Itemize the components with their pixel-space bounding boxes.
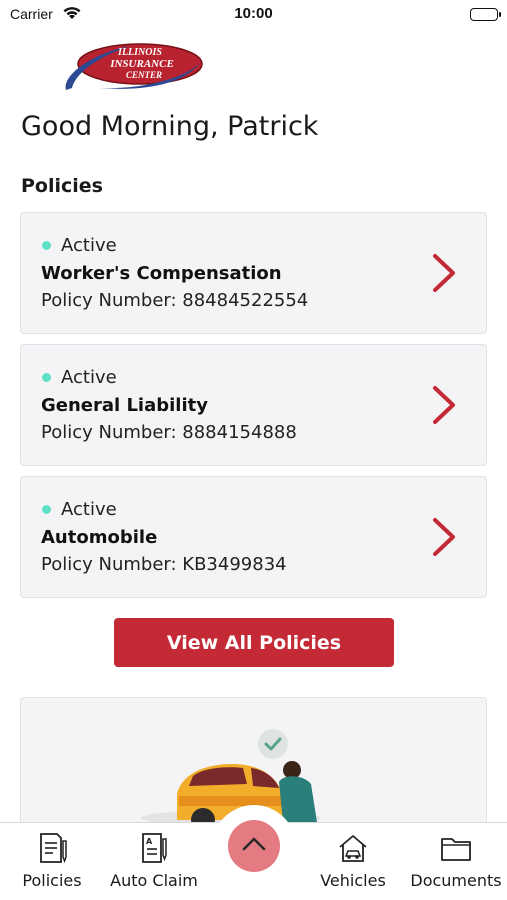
document-pen-icon	[35, 831, 69, 865]
svg-text:A: A	[146, 837, 153, 846]
status-bar: Carrier 10:00	[0, 0, 507, 30]
policy-status: Active	[61, 367, 117, 388]
policy-name: General Liability	[41, 395, 208, 416]
policy-number: Policy Number: 8884154888	[41, 422, 297, 443]
policy-number: Policy Number: 88484522554	[41, 290, 309, 311]
view-all-policies-button[interactable]: View All Policies	[114, 618, 394, 667]
claim-form-icon: A	[137, 831, 171, 865]
tab-documents[interactable]: Documents	[408, 823, 504, 900]
policies-section-title: Policies	[21, 175, 103, 197]
battery-icon	[470, 8, 501, 21]
company-logo: ILLINOIS INSURANCE CENTER	[60, 38, 205, 96]
svg-text:CENTER: CENTER	[126, 70, 162, 80]
policy-status: Active	[61, 235, 117, 256]
policy-card-automobile[interactable]: Active Automobile Policy Number: KB34998…	[20, 476, 487, 598]
chevron-right-icon[interactable]	[429, 384, 459, 430]
chevron-right-icon[interactable]	[429, 516, 459, 562]
policy-card-general-liability[interactable]: Active General Liability Policy Number: …	[20, 344, 487, 466]
policy-number: Policy Number: KB3499834	[41, 554, 287, 575]
greeting-title: Good Morning, Patrick	[21, 111, 319, 142]
active-status-dot	[42, 241, 51, 250]
svg-text:ILLINOIS: ILLINOIS	[117, 47, 162, 58]
tab-policies[interactable]: Policies	[18, 823, 86, 900]
clock: 10:00	[234, 5, 273, 22]
active-status-dot	[42, 373, 51, 382]
policy-card-workers-comp[interactable]: Active Worker's Compensation Policy Numb…	[20, 212, 487, 334]
active-status-dot	[42, 505, 51, 514]
tab-label: Documents	[410, 871, 502, 890]
policy-name: Automobile	[41, 527, 158, 548]
expand-menu-button[interactable]	[228, 820, 280, 872]
car-house-icon	[336, 831, 370, 865]
svg-text:INSURANCE: INSURANCE	[109, 58, 174, 70]
tab-label: Policies	[22, 871, 82, 890]
chevron-right-icon[interactable]	[429, 252, 459, 298]
policy-status: Active	[61, 499, 117, 520]
folder-icon	[439, 831, 473, 865]
tab-vehicles[interactable]: Vehicles	[316, 823, 390, 900]
tab-label: Vehicles	[320, 871, 386, 890]
policy-name: Worker's Compensation	[41, 263, 282, 284]
tab-label: Auto Claim	[110, 871, 198, 890]
chevron-up-icon	[241, 836, 267, 856]
tab-auto-claim[interactable]: A Auto Claim	[108, 823, 200, 900]
